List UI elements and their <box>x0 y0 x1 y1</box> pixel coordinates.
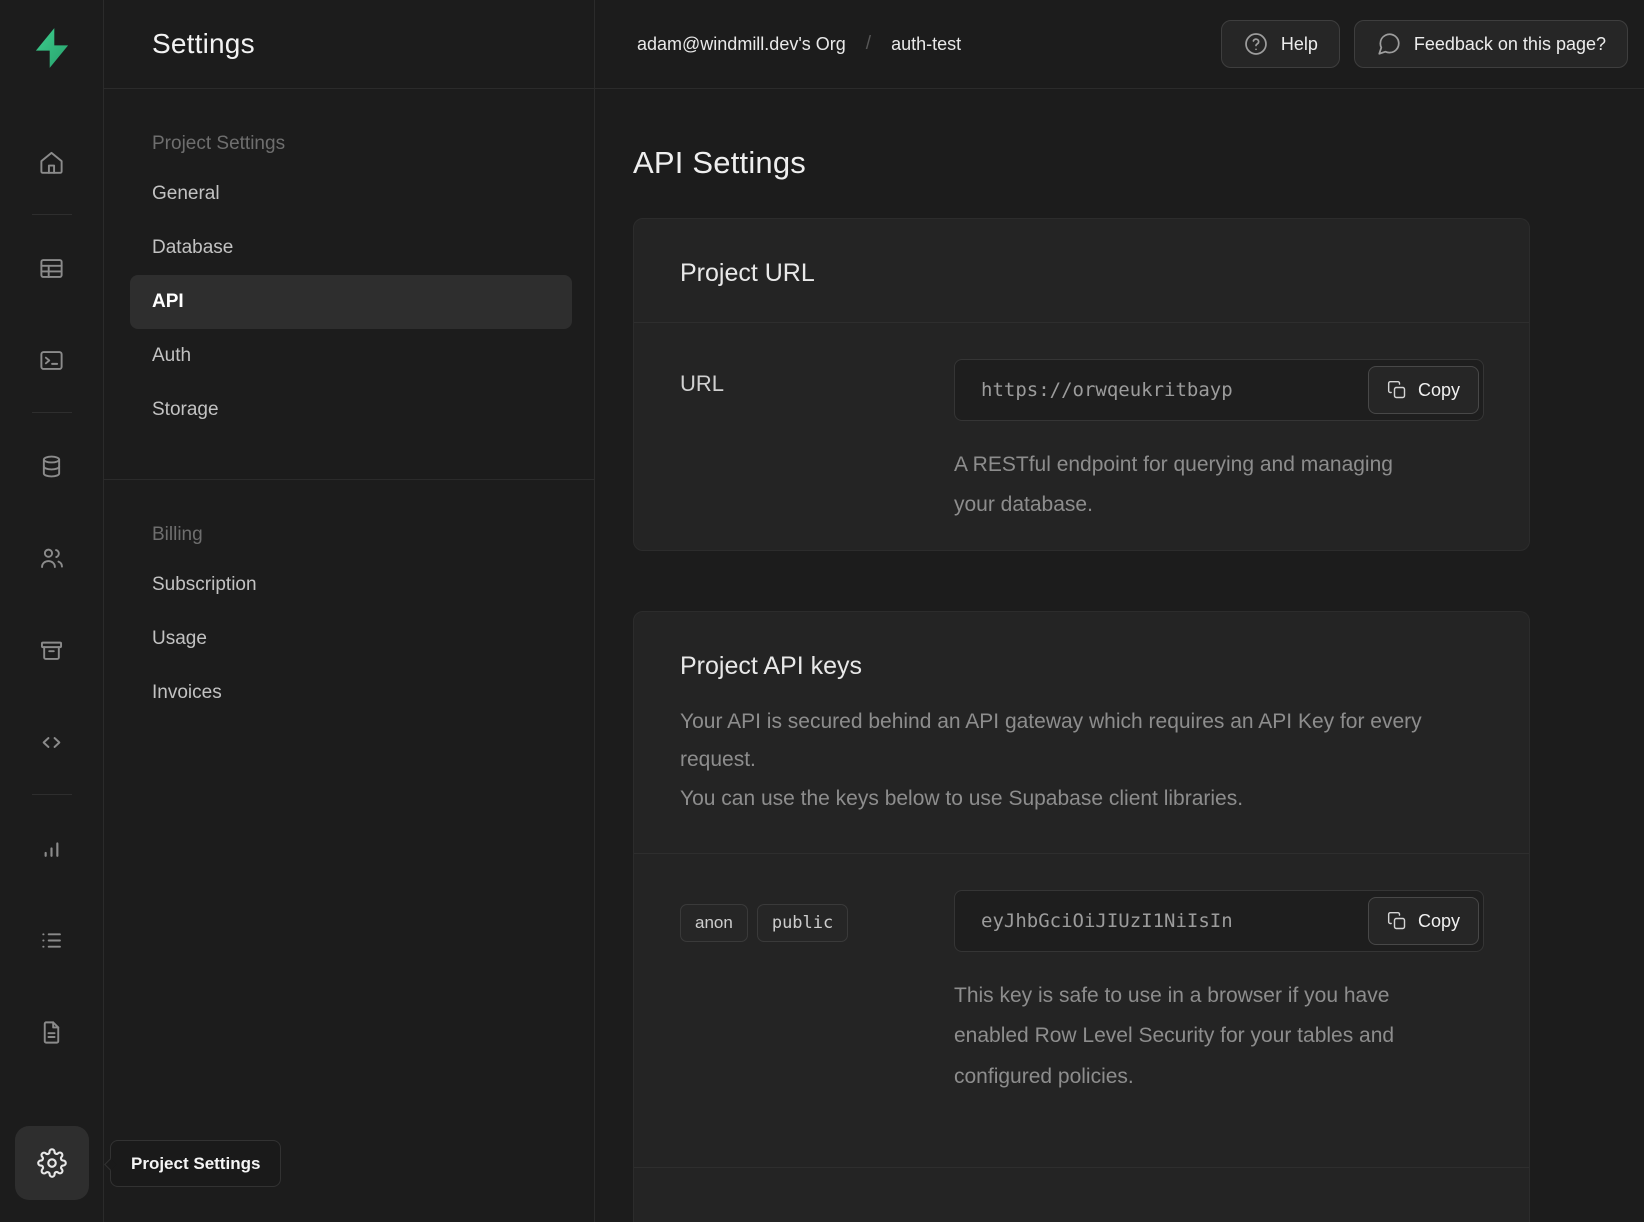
sidebar-item-table-editor[interactable] <box>26 242 78 294</box>
feedback-label: Feedback on this page? <box>1414 34 1606 55</box>
project-url-card: Project URL URL https://orwqeukritbayp <box>633 218 1530 551</box>
api-keys-description-line2: You can use the keys below to use Supaba… <box>680 780 1480 819</box>
sidebar-item-reports[interactable] <box>26 822 78 874</box>
icon-sidebar <box>0 0 104 1222</box>
divider <box>104 479 594 480</box>
key-field-wrapper: eyJhbGciOiJIUzI1NiIsIn Copy <box>954 890 1484 952</box>
feedback-button[interactable]: Feedback on this page? <box>1354 20 1628 68</box>
settings-nav-panel: Settings Project Settings General Databa… <box>104 0 595 1222</box>
copy-url-label: Copy <box>1418 380 1460 401</box>
database-icon <box>38 453 65 480</box>
sidebar-item-sql-editor[interactable] <box>26 334 78 386</box>
sidebar-item-logs[interactable] <box>26 914 78 966</box>
app-root: Project Settings Settings Project Settin… <box>0 0 1644 1222</box>
nav-item-auth[interactable]: Auth <box>152 329 570 383</box>
key-badges: anon public <box>680 902 954 942</box>
settings-nav-header: Settings <box>104 0 594 89</box>
anon-badge: anon <box>680 904 748 942</box>
sidebar-item-docs[interactable] <box>26 1006 78 1058</box>
storage-archive-icon <box>38 637 65 664</box>
nav-item-database[interactable]: Database <box>152 221 570 275</box>
url-description: A RESTful endpoint for querying and mana… <box>954 445 1416 526</box>
divider <box>32 412 72 413</box>
settings-title: Settings <box>152 28 255 60</box>
api-keys-description: Your API is secured behind an API gatewa… <box>680 703 1480 820</box>
supabase-logo[interactable] <box>0 0 103 96</box>
copy-key-label: Copy <box>1418 911 1460 932</box>
auth-users-icon <box>38 545 65 572</box>
home-icon <box>38 149 65 176</box>
logs-list-icon <box>38 927 65 954</box>
nav-item-general[interactable]: General <box>152 167 570 221</box>
url-label: URL <box>680 371 954 397</box>
api-keys-card-body: anon public eyJhbGciOiJIUzI1NiIsIn <box>634 854 1529 1121</box>
table-editor-icon <box>38 255 65 282</box>
project-settings-tooltip: Project Settings <box>110 1140 281 1187</box>
sidebar-item-storage[interactable] <box>26 624 78 676</box>
nav-section-project-settings: Project Settings <box>152 133 570 155</box>
api-keys-card-header: Project API keys Your API is secured beh… <box>634 612 1529 854</box>
help-button[interactable]: Help <box>1221 20 1340 68</box>
docs-file-icon <box>38 1019 65 1046</box>
tooltip-label: Project Settings <box>131 1154 260 1174</box>
sidebar-item-database[interactable] <box>26 440 78 492</box>
supabase-bolt-icon <box>29 25 75 71</box>
help-circle-icon <box>1243 31 1269 57</box>
reports-chart-icon <box>38 835 65 862</box>
page-title: API Settings <box>633 145 1644 181</box>
nav-section-billing: Billing <box>152 524 570 546</box>
settings-nav-body: Project Settings General Database API Au… <box>104 89 594 720</box>
settings-gear-icon <box>37 1148 67 1178</box>
sql-editor-terminal-icon <box>38 347 65 374</box>
sidebar-item-edge-functions[interactable] <box>26 716 78 768</box>
project-url-card-body: URL https://orwqeukritbayp Copy <box>634 323 1529 550</box>
url-value-column: https://orwqeukritbayp Copy A RESTful en… <box>954 359 1484 526</box>
sidebar-item-home[interactable] <box>26 136 78 188</box>
url-label-column: URL <box>680 359 954 526</box>
edge-functions-code-icon <box>38 729 65 756</box>
project-url-title: Project URL <box>680 259 1483 288</box>
nav-item-api[interactable]: API <box>130 275 572 329</box>
nav-item-usage[interactable]: Usage <box>152 612 570 666</box>
sidebar-item-authentication[interactable] <box>26 532 78 584</box>
key-value-column: eyJhbGciOiJIUzI1NiIsIn Copy This key is … <box>954 890 1484 1097</box>
copy-url-button[interactable]: Copy <box>1368 366 1479 414</box>
api-keys-title: Project API keys <box>680 652 1483 681</box>
nav-item-storage[interactable]: Storage <box>152 383 570 437</box>
divider <box>32 214 72 215</box>
speech-bubble-icon <box>1376 31 1402 57</box>
nav-item-subscription[interactable]: Subscription <box>152 558 570 612</box>
main-header: adam@windmill.dev's Org / auth-test Help <box>595 0 1644 89</box>
next-key-row-cutoff <box>634 1168 1529 1222</box>
billing-list: Subscription Usage Invoices <box>152 558 570 720</box>
help-label: Help <box>1281 34 1318 55</box>
api-keys-card: Project API keys Your API is secured beh… <box>633 611 1530 1222</box>
breadcrumb-separator: / <box>866 33 871 55</box>
breadcrumb-project[interactable]: auth-test <box>891 34 961 55</box>
public-badge: public <box>757 904 848 942</box>
main-area: adam@windmill.dev's Org / auth-test Help <box>595 0 1644 1222</box>
copy-icon <box>1387 911 1407 931</box>
breadcrumb-org[interactable]: adam@windmill.dev's Org <box>637 34 846 55</box>
copy-icon <box>1387 380 1407 400</box>
url-field-wrapper: https://orwqeukritbayp Copy <box>954 359 1484 421</box>
key-badges-column: anon public <box>680 890 954 1097</box>
project-settings-list: General Database API Auth Storage <box>152 167 570 437</box>
divider <box>32 794 72 795</box>
nav-item-invoices[interactable]: Invoices <box>152 666 570 720</box>
header-actions: Help Feedback on this page? <box>1221 20 1628 68</box>
project-url-card-header: Project URL <box>634 219 1529 322</box>
main-content: API Settings Project URL URL https://orw… <box>595 89 1644 1222</box>
copy-key-button[interactable]: Copy <box>1368 897 1479 945</box>
key-description: This key is safe to use in a browser if … <box>954 976 1462 1097</box>
sidebar-item-project-settings[interactable] <box>15 1126 89 1200</box>
breadcrumb: adam@windmill.dev's Org / auth-test <box>637 33 961 55</box>
api-keys-description-line1: Your API is secured behind an API gatewa… <box>680 703 1480 781</box>
